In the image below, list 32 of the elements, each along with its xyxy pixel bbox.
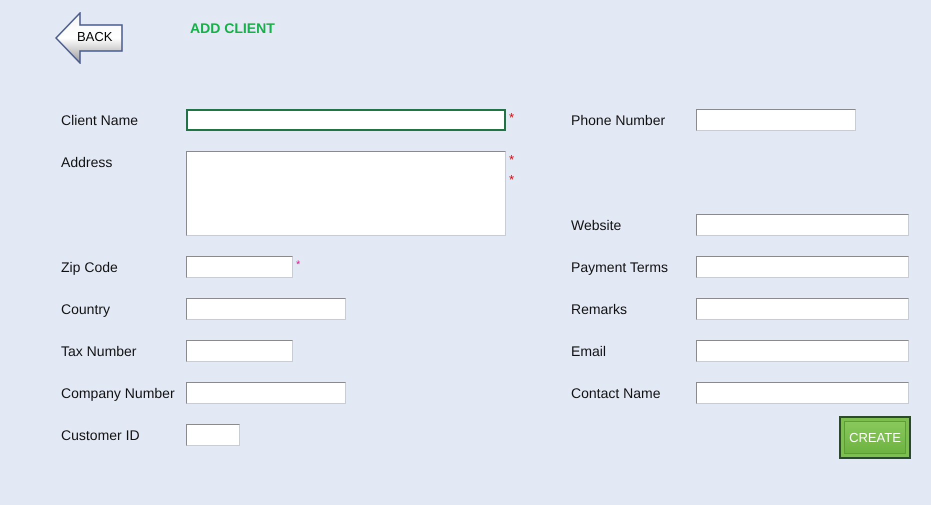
required-mark: *: [296, 258, 300, 272]
page-title: ADD CLIENT: [190, 20, 275, 36]
field-label: Client Name: [61, 111, 140, 130]
text-field[interactable]: [696, 340, 909, 362]
text-field[interactable]: [186, 256, 293, 278]
field-label: Country: [61, 300, 112, 319]
back-button[interactable]: BACK: [55, 12, 123, 64]
field-label: Payment Terms: [571, 258, 669, 277]
field-label: Zip Code: [61, 258, 119, 277]
text-field[interactable]: [696, 256, 909, 278]
text-field[interactable]: [186, 109, 506, 131]
field-label: Remarks: [571, 300, 628, 319]
required-mark: *: [509, 111, 514, 125]
text-field[interactable]: [696, 109, 856, 131]
required-mark: *: [509, 173, 514, 187]
text-field[interactable]: [696, 298, 909, 320]
text-field[interactable]: [186, 298, 346, 320]
address-field[interactable]: [186, 151, 506, 236]
text-field[interactable]: [186, 382, 346, 404]
required-mark: *: [509, 153, 514, 167]
field-label: Address: [61, 153, 114, 172]
field-label: Email: [571, 342, 608, 361]
field-label: Company Number: [61, 384, 176, 403]
field-label: Tax Number: [61, 342, 138, 361]
field-label: Website: [571, 216, 622, 235]
text-field[interactable]: [186, 424, 240, 446]
text-field[interactable]: [696, 382, 909, 404]
text-field[interactable]: [696, 214, 909, 236]
text-field[interactable]: [186, 340, 293, 362]
field-label: Customer ID: [61, 426, 141, 445]
field-label: Phone Number: [571, 111, 666, 130]
field-label: Contact Name: [571, 384, 662, 403]
